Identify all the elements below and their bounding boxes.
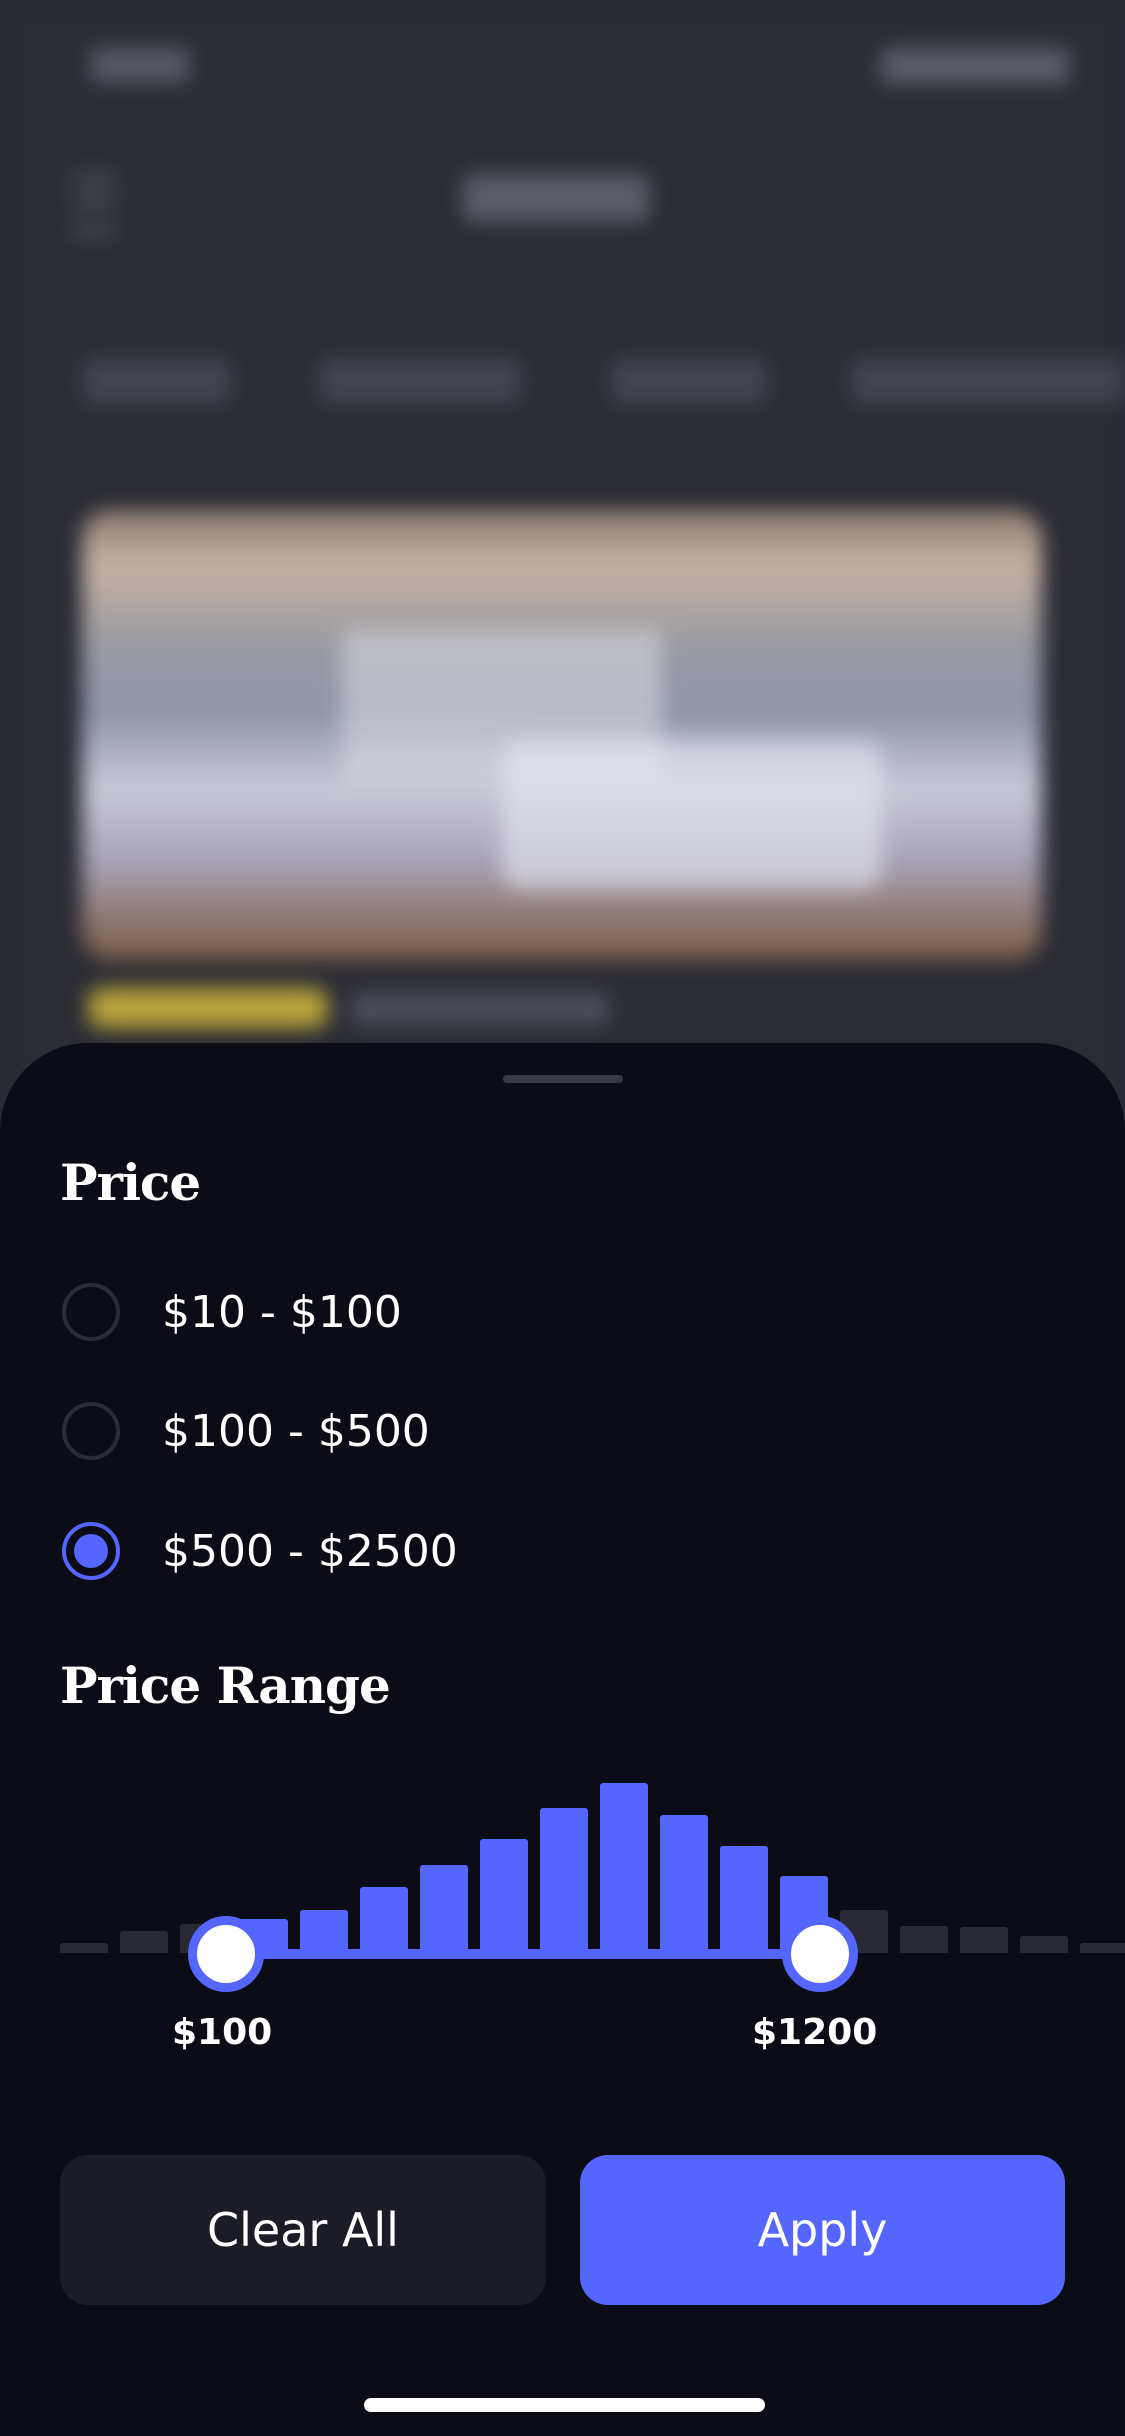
filter-chip [82, 358, 232, 404]
slider-max-label: $1200 [752, 2012, 878, 2053]
filter-chip [318, 358, 522, 404]
hotel-image [82, 510, 1042, 960]
home-indicator [364, 2398, 765, 2412]
histogram-bar [660, 1815, 708, 1953]
rating-stars [88, 988, 328, 1028]
histogram-bar [480, 1839, 528, 1953]
histogram-bar [360, 1887, 408, 1953]
histogram-bar [120, 1931, 168, 1953]
slider-max-thumb[interactable] [782, 1916, 858, 1992]
review-count [350, 992, 610, 1026]
apply-button[interactable]: Apply [580, 2155, 1065, 2305]
page-title [462, 174, 650, 222]
status-bar-icons [880, 48, 1070, 84]
slider-min-thumb[interactable] [188, 1916, 264, 1992]
filter-chip [850, 358, 1125, 404]
filter-chip [610, 358, 768, 404]
histogram-bar [960, 1927, 1008, 1953]
filter-bottom-sheet: Price $10 - $100 $100 - $500 $500 - $250… [0, 1043, 1125, 2436]
status-bar-time [90, 48, 190, 82]
histogram-bar [720, 1846, 768, 1953]
histogram-bar [1080, 1943, 1125, 1953]
histogram-bar [300, 1910, 348, 1953]
background-app [0, 0, 1125, 1140]
histogram-bar [420, 1865, 468, 1953]
histogram-bar [600, 1783, 648, 1953]
histogram-bar [900, 1926, 948, 1953]
histogram-bar [540, 1808, 588, 1953]
clear-all-button[interactable]: Clear All [60, 2155, 546, 2305]
histogram-bar [1020, 1936, 1068, 1953]
histogram-bar [60, 1943, 108, 1953]
slider-selected-track [224, 1949, 818, 1959]
menu-icon [72, 176, 116, 234]
slider-min-label: $100 [172, 2012, 273, 2053]
